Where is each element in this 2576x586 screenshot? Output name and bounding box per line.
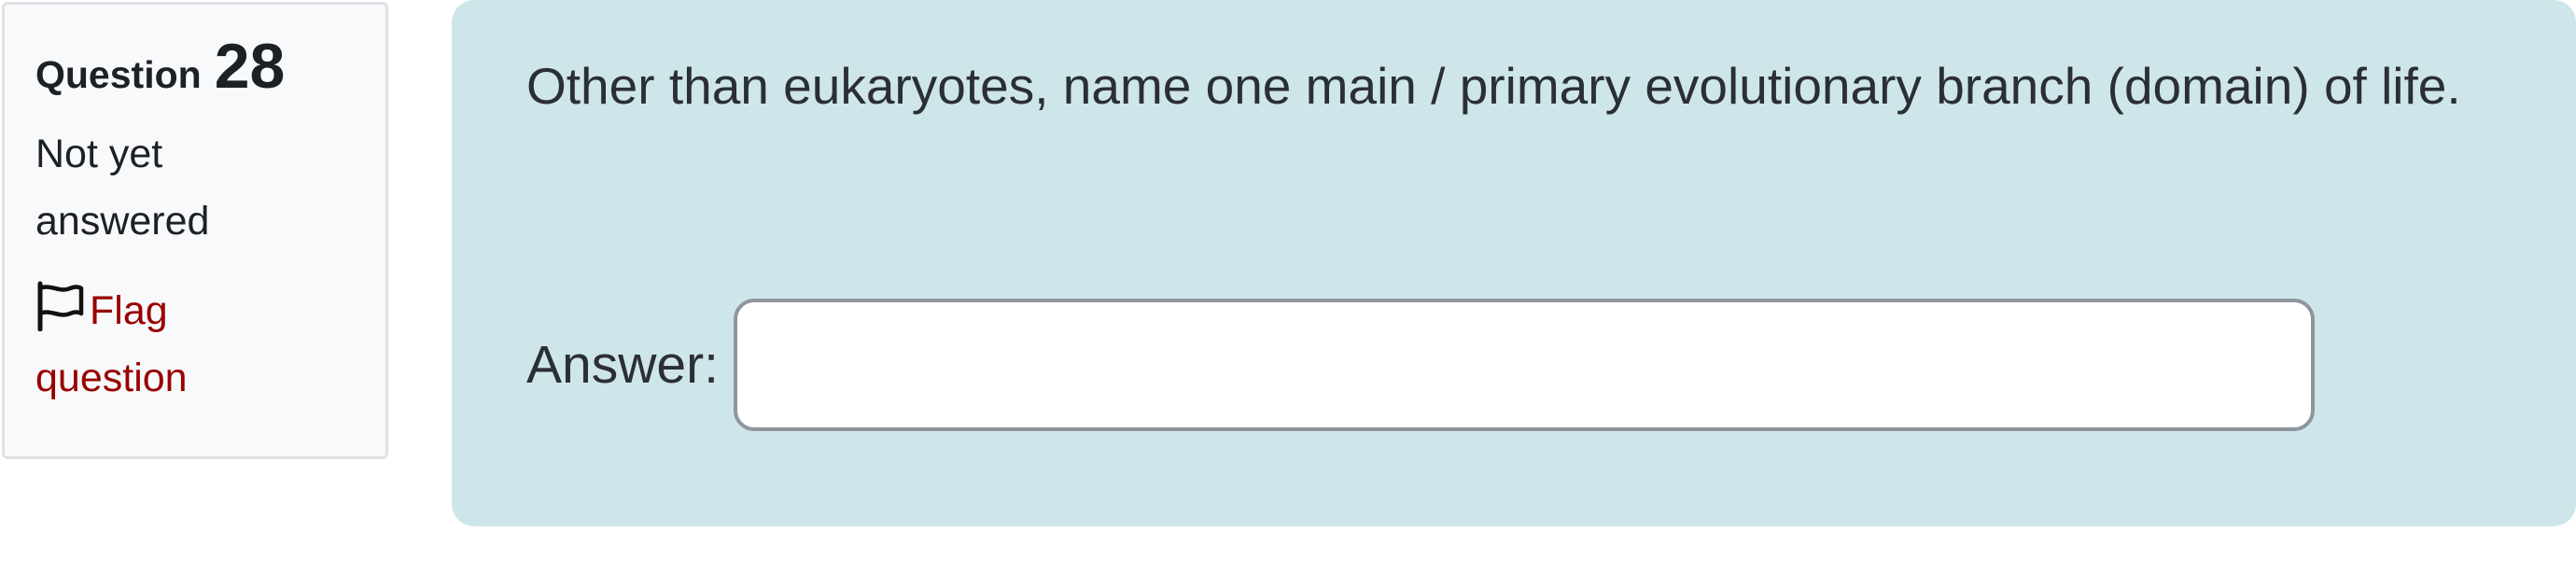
question-number: 28 <box>214 31 286 102</box>
answer-row: Answer: <box>526 299 2315 431</box>
flag-question-link[interactable]: Flag question <box>35 277 315 412</box>
answer-input[interactable] <box>733 299 2315 431</box>
quiz-question-page: Question 28 Not yet answered Flag questi… <box>0 0 2576 586</box>
question-label: Question <box>35 53 202 96</box>
flag-icon <box>35 281 86 331</box>
question-info-box: Question 28 Not yet answered Flag questi… <box>2 2 388 459</box>
question-number-heading: Question 28 <box>35 35 385 98</box>
question-content-panel: Other than eukaryotes, name one main / p… <box>452 0 2576 526</box>
question-state: Not yet answered <box>35 132 210 244</box>
answer-label: Answer: <box>526 335 719 395</box>
question-text: Other than eukaryotes, name one main / p… <box>526 57 2461 115</box>
